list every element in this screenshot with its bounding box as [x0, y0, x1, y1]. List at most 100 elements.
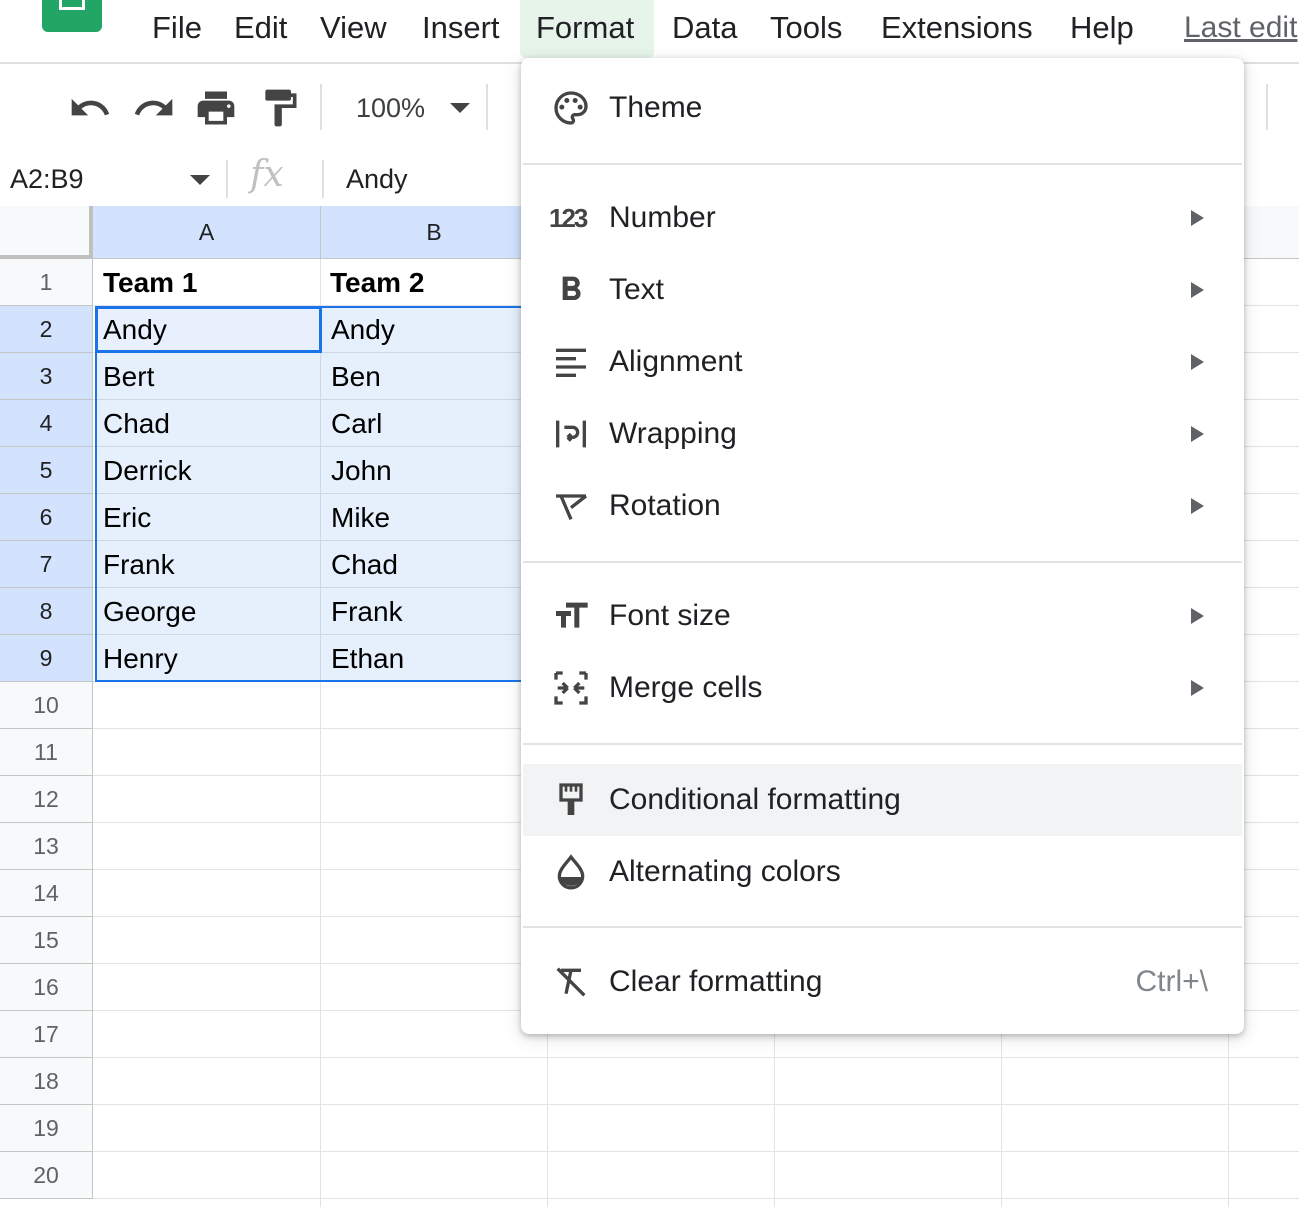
menu-data[interactable]: Data	[656, 0, 753, 55]
row-gridline	[93, 1198, 1299, 1199]
row-header[interactable]: 16	[0, 964, 93, 1011]
conditional-format-icon	[559, 783, 583, 815]
number-format-icon: 123	[549, 203, 588, 233]
paint-format-icon[interactable]	[258, 86, 302, 130]
redo-icon[interactable]	[132, 86, 176, 130]
print-icon[interactable]	[194, 86, 238, 130]
table-cell[interactable]: Eric	[95, 494, 321, 541]
toolbar-divider	[486, 84, 488, 130]
column-header-b[interactable]: B	[321, 206, 548, 259]
row-header[interactable]: 9	[0, 635, 93, 682]
menu-tools[interactable]: Tools	[754, 0, 858, 55]
row-header[interactable]: 1	[0, 259, 93, 306]
menu-extensions[interactable]: Extensions	[865, 0, 1049, 55]
row-header[interactable]: 13	[0, 823, 93, 870]
menu-item-label: Conditional formatting	[609, 783, 901, 816]
menu-item-label: Theme	[609, 91, 703, 124]
row-header[interactable]: 3	[0, 353, 93, 400]
last-edit-link[interactable]: Last edit	[1184, 0, 1297, 55]
menu-item-clear-formatting[interactable]: Clear formatting Ctrl+\	[523, 946, 1242, 1018]
menu-item-theme[interactable]: Theme	[523, 72, 1242, 144]
undo-icon[interactable]	[68, 86, 112, 130]
table-cell[interactable]: Bert	[95, 353, 321, 400]
select-all-corner[interactable]	[0, 206, 93, 259]
menu-view[interactable]: View	[304, 0, 403, 55]
row-header[interactable]: 4	[0, 400, 93, 447]
table-cell[interactable]: Andy	[323, 306, 548, 353]
table-cell[interactable]: Mike	[323, 494, 548, 541]
table-cell[interactable]: Henry	[95, 635, 321, 682]
merge-cells-icon	[554, 671, 588, 705]
cell-b1[interactable]: Team 2	[322, 259, 548, 306]
menu-item-number[interactable]: 123 Number	[523, 182, 1242, 254]
menu-item-wrapping[interactable]: Wrapping	[523, 398, 1242, 470]
clear-formatting-icon	[556, 967, 586, 997]
menu-item-label: Clear formatting	[609, 965, 823, 998]
bold-icon	[562, 276, 581, 300]
column-header-a[interactable]: A	[93, 206, 321, 259]
menu-item-alternating-colors[interactable]: Alternating colors	[523, 836, 1242, 908]
row-header[interactable]: 11	[0, 729, 93, 776]
toolbar-divider	[1266, 84, 1268, 130]
submenu-arrow-icon	[1191, 354, 1204, 370]
name-box[interactable]: A2:B9	[0, 152, 222, 206]
align-left-icon	[556, 348, 586, 377]
menu-item-label: Merge cells	[609, 671, 763, 704]
menu-item-font-size[interactable]: Font size	[523, 580, 1242, 652]
row-header[interactable]: 10	[0, 682, 93, 729]
text-rotation-icon	[556, 494, 588, 520]
table-cell[interactable]: Carl	[323, 400, 548, 447]
menu-item-text[interactable]: Text	[523, 254, 1242, 326]
cell-a1[interactable]: Team 1	[95, 259, 321, 306]
table-cell[interactable]: Chad	[95, 400, 321, 447]
row-header[interactable]: 5	[0, 447, 93, 494]
table-cell[interactable]: Ben	[323, 353, 548, 400]
chevron-down-icon	[450, 103, 470, 113]
row-header[interactable]: 17	[0, 1011, 93, 1058]
row-gridline	[93, 1057, 1299, 1058]
submenu-arrow-icon	[1191, 210, 1204, 226]
menu-item-merge-cells[interactable]: Merge cells	[523, 652, 1242, 724]
table-cell[interactable]: Chad	[323, 541, 548, 588]
menu-divider	[523, 561, 1242, 563]
menu-file[interactable]: File	[136, 0, 218, 55]
sheets-logo-icon[interactable]	[42, 0, 102, 32]
table-cell[interactable]: George	[95, 588, 321, 635]
formula-input[interactable]: Andy	[346, 152, 408, 206]
row-header[interactable]: 6	[0, 494, 93, 541]
zoom-value: 100%	[356, 93, 426, 123]
row-header[interactable]: 12	[0, 776, 93, 823]
menu-item-rotation[interactable]: Rotation	[523, 470, 1242, 542]
menu-item-label: Alignment	[609, 345, 743, 378]
row-header[interactable]: 2	[0, 306, 93, 353]
row-gridline	[93, 1104, 1299, 1105]
menu-edit[interactable]: Edit	[218, 0, 303, 55]
row-header[interactable]: 18	[0, 1058, 93, 1105]
menu-format[interactable]: Format	[520, 0, 654, 58]
table-cell[interactable]: Frank	[323, 588, 548, 635]
menu-item-alignment[interactable]: Alignment	[523, 326, 1242, 398]
menu-divider	[523, 743, 1242, 745]
menu-help[interactable]: Help	[1054, 0, 1150, 55]
row-header[interactable]: 15	[0, 917, 93, 964]
submenu-arrow-icon	[1191, 426, 1204, 442]
zoom-select[interactable]: 100%	[340, 86, 480, 130]
table-cell[interactable]: Andy	[95, 306, 321, 353]
row-header[interactable]: 20	[0, 1152, 93, 1199]
menu-insert[interactable]: Insert	[406, 0, 516, 55]
table-cell[interactable]: John	[323, 447, 548, 494]
name-box-value: A2:B9	[10, 164, 84, 194]
row-header[interactable]: 19	[0, 1105, 93, 1152]
text-wrap-icon	[556, 420, 586, 448]
table-cell[interactable]: Derrick	[95, 447, 321, 494]
submenu-arrow-icon	[1191, 498, 1204, 514]
table-cell[interactable]: Ethan	[323, 635, 548, 682]
table-cell[interactable]: Frank	[95, 541, 321, 588]
row-header[interactable]: 8	[0, 588, 93, 635]
formula-divider	[322, 160, 324, 198]
submenu-arrow-icon	[1191, 680, 1204, 696]
row-header[interactable]: 7	[0, 541, 93, 588]
row-header[interactable]: 14	[0, 870, 93, 917]
menu-item-conditional-formatting[interactable]: Conditional formatting	[523, 764, 1242, 836]
row-gridline	[93, 1151, 1299, 1152]
